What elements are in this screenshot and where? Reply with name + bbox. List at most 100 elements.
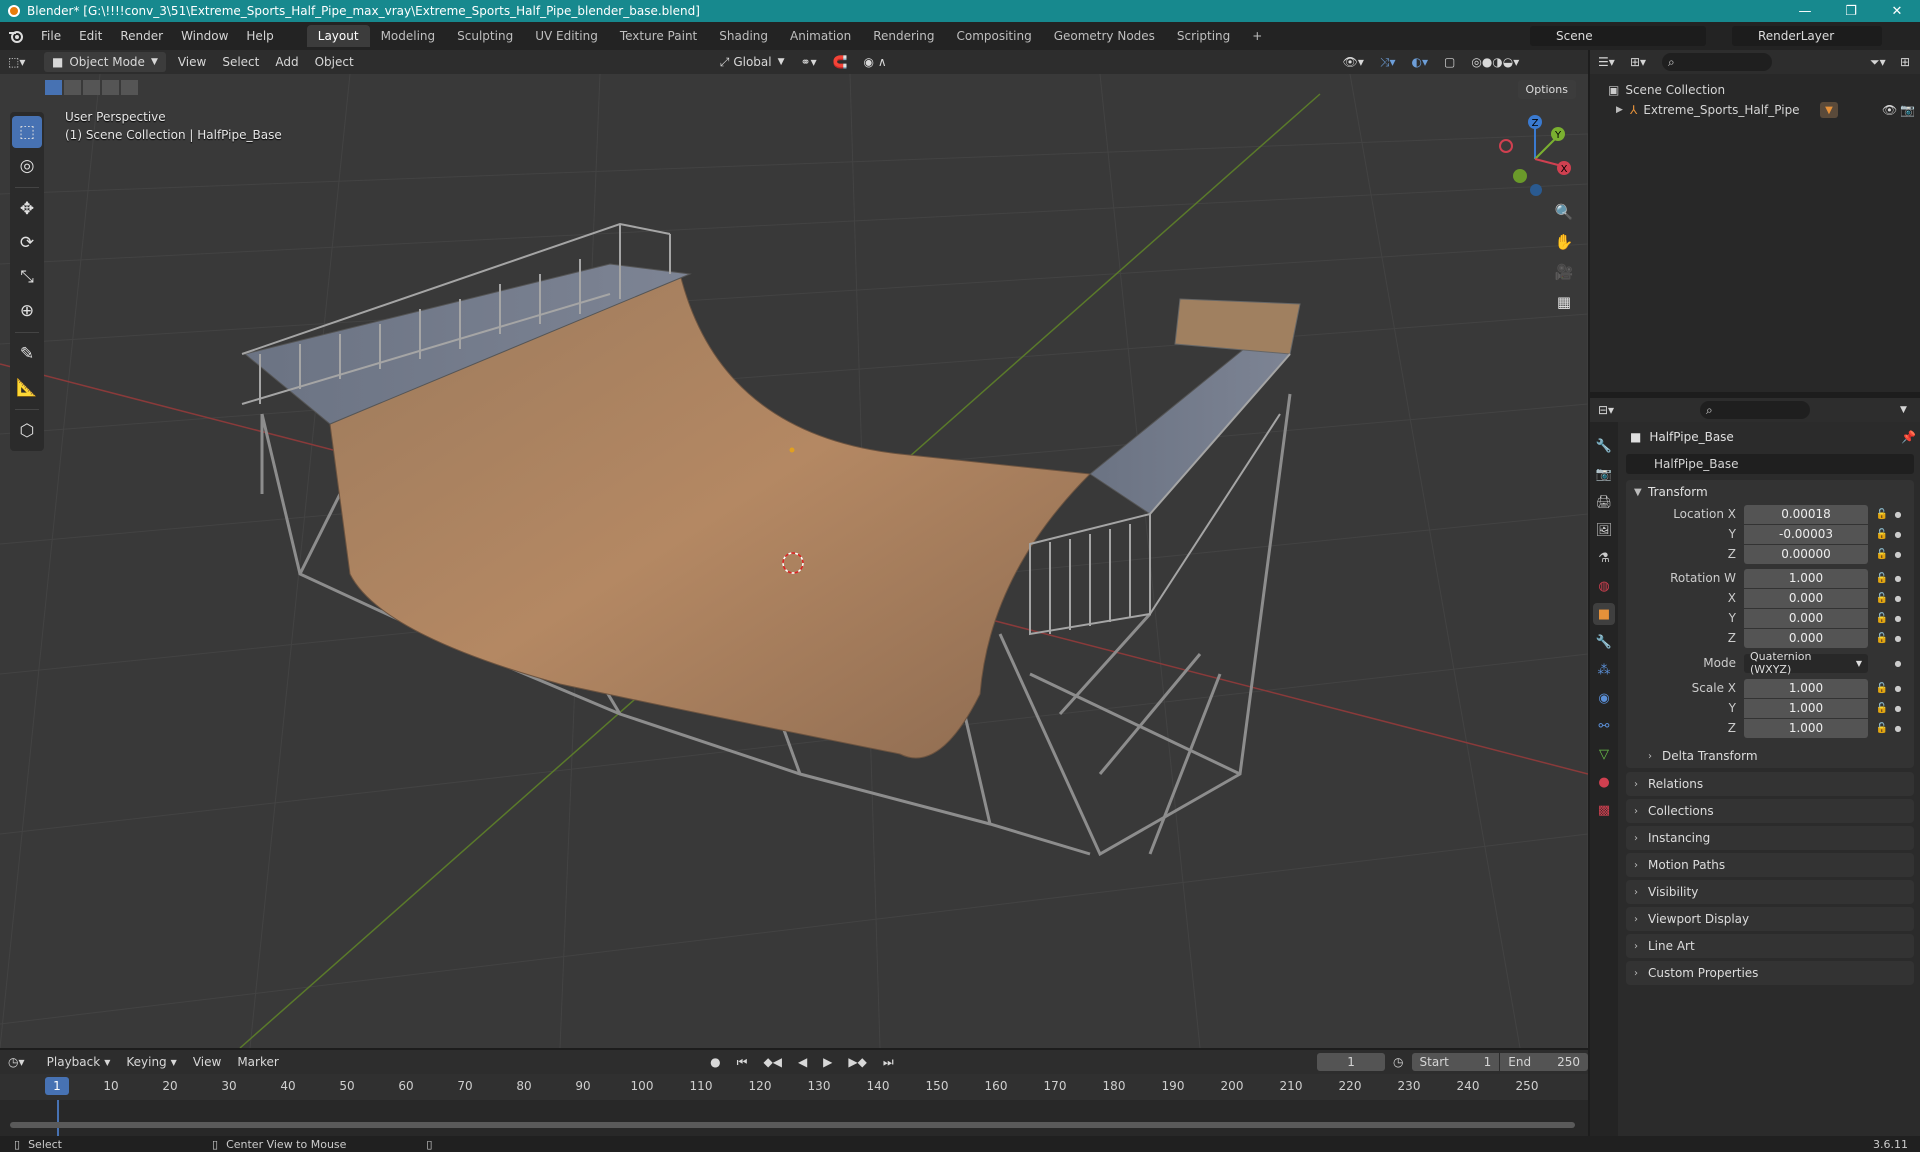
render-camera-icon[interactable]: 📷 xyxy=(1900,103,1920,117)
scene-selector[interactable]: Scene xyxy=(1530,26,1706,46)
render-tab-icon[interactable]: 📷 xyxy=(1593,463,1615,485)
add-workspace-button[interactable]: + xyxy=(1241,25,1273,47)
lock-icon[interactable]: 🔓 xyxy=(1872,683,1892,694)
ortho-grid-icon[interactable]: ▦ xyxy=(1550,288,1578,316)
lock-icon[interactable]: 🔓 xyxy=(1872,529,1892,540)
tab-uv-editing[interactable]: UV Editing xyxy=(524,25,609,47)
select-intersect-icon[interactable] xyxy=(121,80,138,95)
rotation-mode-dropdown[interactable]: Quaternion (WXYZ) ▼ xyxy=(1744,650,1868,676)
tab-layout[interactable]: Layout xyxy=(306,25,370,47)
display-mode-icon[interactable]: ⊞▾ xyxy=(1630,55,1662,69)
timeline-menu-view[interactable]: View xyxy=(185,1052,229,1072)
particles-tab-icon[interactable]: ⁂ xyxy=(1593,659,1615,681)
jump-start-icon[interactable]: ⏮ xyxy=(729,1052,756,1072)
keyframe-dot-icon[interactable]: ● xyxy=(1892,684,1904,693)
menu-help[interactable]: Help xyxy=(237,29,282,43)
playhead-frame[interactable]: 1 xyxy=(45,1077,69,1095)
jump-end-icon[interactable]: ⏭ xyxy=(875,1052,902,1072)
editor-type-icon[interactable]: ⬚▾ xyxy=(0,52,40,72)
timeline-scrollbar[interactable] xyxy=(10,1122,1575,1128)
transform-orientation-dropdown[interactable]: ⤢ Global ▼ xyxy=(712,52,793,72)
tab-compositing[interactable]: Compositing xyxy=(945,25,1042,47)
timeline-menu-playback[interactable]: Playback ▼ xyxy=(39,1052,119,1072)
object-name-field[interactable]: HalfPipe_Base xyxy=(1626,454,1914,474)
rotation-w-field[interactable]: 1.000 xyxy=(1744,568,1868,588)
location-z-field[interactable]: 0.00000 xyxy=(1744,544,1868,564)
play-icon[interactable]: ▶ xyxy=(815,1052,840,1072)
camera-icon[interactable]: 🎥 xyxy=(1550,258,1578,286)
output-tab-icon[interactable]: 🖨 xyxy=(1593,491,1615,513)
prev-key-icon[interactable]: ◆◀ xyxy=(755,1052,789,1072)
start-frame-field[interactable]: Start 1 xyxy=(1411,1053,1500,1071)
collections-panel[interactable]: › Collections xyxy=(1626,799,1914,823)
filter-icon[interactable]: ⏷▾ xyxy=(1870,55,1900,70)
visibility-icon[interactable]: 👁▾ xyxy=(1335,52,1372,72)
end-frame-field[interactable]: End 250 xyxy=(1500,1053,1589,1071)
add-cube-icon[interactable]: ⬡ xyxy=(12,415,42,447)
custom-properties-panel[interactable]: › Custom Properties xyxy=(1626,961,1914,985)
world-tab-icon[interactable]: ◍ xyxy=(1593,575,1615,597)
rotate-icon[interactable]: ⟳ xyxy=(12,227,42,259)
location-x-field[interactable]: 0.00018 xyxy=(1744,504,1868,524)
lock-icon[interactable]: 🔓 xyxy=(1872,613,1892,624)
line-art-panel[interactable]: › Line Art xyxy=(1626,934,1914,958)
tab-modeling[interactable]: Modeling xyxy=(370,25,447,47)
timeline-menu-marker[interactable]: Marker xyxy=(229,1052,286,1072)
physics-tab-icon[interactable]: ◉ xyxy=(1593,687,1615,709)
tab-scripting[interactable]: Scripting xyxy=(1166,25,1241,47)
outliner-item[interactable]: ▶ ⅄ Extreme_Sports_Half_Pipe ▼ 👁 📷 xyxy=(1590,100,1920,120)
tool-tab-icon[interactable]: 🔧 xyxy=(1593,435,1615,457)
location-y-field[interactable]: -0.00003 xyxy=(1744,524,1868,544)
viewport-menu-object[interactable]: Object xyxy=(307,52,362,72)
blender-menu-icon[interactable] xyxy=(0,29,32,43)
tab-geometry-nodes[interactable]: Geometry Nodes xyxy=(1043,25,1166,47)
3d-viewport[interactable]: User Perspective (1) Scene Collection | … xyxy=(0,74,1588,1048)
rotation-y-field[interactable]: 0.000 xyxy=(1744,608,1868,628)
viewport-menu-add[interactable]: Add xyxy=(267,52,306,72)
menu-render[interactable]: Render xyxy=(111,29,172,43)
delta-transform-subpanel[interactable]: › Delta Transform xyxy=(1626,744,1914,768)
pin-icon[interactable]: 📌 xyxy=(1901,430,1916,444)
properties-search-input[interactable]: ⌕ xyxy=(1700,401,1810,419)
maximize-button[interactable]: ❐ xyxy=(1828,0,1874,22)
scale-z-field[interactable]: 1.000 xyxy=(1744,718,1868,738)
data-tab-icon[interactable]: ▽ xyxy=(1593,743,1615,765)
tab-animation[interactable]: Animation xyxy=(779,25,862,47)
lock-icon[interactable]: 🔓 xyxy=(1872,633,1892,644)
close-button[interactable]: ✕ xyxy=(1874,0,1920,22)
outliner-scene-collection[interactable]: ▣ Scene Collection xyxy=(1590,80,1920,100)
transform-panel-header[interactable]: ▼ Transform xyxy=(1626,480,1914,504)
object-tab-icon[interactable]: ■ xyxy=(1593,603,1615,625)
modifier-tab-icon[interactable]: 🔧 xyxy=(1593,631,1615,653)
keyframe-dot-icon[interactable]: ● xyxy=(1892,634,1904,643)
viewport-menu-select[interactable]: Select xyxy=(214,52,267,72)
new-collection-icon[interactable]: ⊞ xyxy=(1900,55,1920,69)
cursor-icon[interactable]: ◎ xyxy=(12,150,42,182)
keyframe-dot-icon[interactable]: ● xyxy=(1892,594,1904,603)
lock-icon[interactable]: 🔓 xyxy=(1872,723,1892,734)
selection-mode-buttons[interactable] xyxy=(45,80,138,95)
view-layer-tab-icon[interactable]: 🖼 xyxy=(1593,519,1615,541)
lock-icon[interactable]: 🔓 xyxy=(1872,509,1892,520)
record-icon[interactable]: ● xyxy=(702,1052,728,1072)
editor-type-icon[interactable]: ◷▾ xyxy=(0,1052,39,1072)
timeline-ruler[interactable]: 1 10 20 30 40 50 60 70 80 90 100 110 120… xyxy=(0,1074,1588,1100)
motion-paths-panel[interactable]: › Motion Paths xyxy=(1626,853,1914,877)
eye-icon[interactable]: 👁 xyxy=(1882,103,1900,117)
scale-y-field[interactable]: 1.000 xyxy=(1744,698,1868,718)
select-box-icon[interactable]: ⬚ xyxy=(12,116,42,148)
select-subtract-icon[interactable] xyxy=(83,80,100,95)
visibility-panel[interactable]: › Visibility xyxy=(1626,880,1914,904)
chevron-down-icon[interactable]: ▼ xyxy=(1900,405,1920,415)
editor-type-icon[interactable]: ☰▾ xyxy=(1598,55,1630,69)
select-invert-icon[interactable] xyxy=(102,80,119,95)
measure-icon[interactable]: 📐 xyxy=(12,372,42,404)
menu-edit[interactable]: Edit xyxy=(70,29,111,43)
lock-icon[interactable]: 🔓 xyxy=(1872,549,1892,560)
menu-window[interactable]: Window xyxy=(172,29,237,43)
transform-icon[interactable]: ⊕ xyxy=(12,295,42,327)
snap-icon[interactable]: 🧲 xyxy=(825,52,856,72)
minimize-button[interactable]: — xyxy=(1782,0,1828,22)
tab-sculpting[interactable]: Sculpting xyxy=(446,25,524,47)
keyframe-dot-icon[interactable]: ● xyxy=(1892,659,1904,668)
